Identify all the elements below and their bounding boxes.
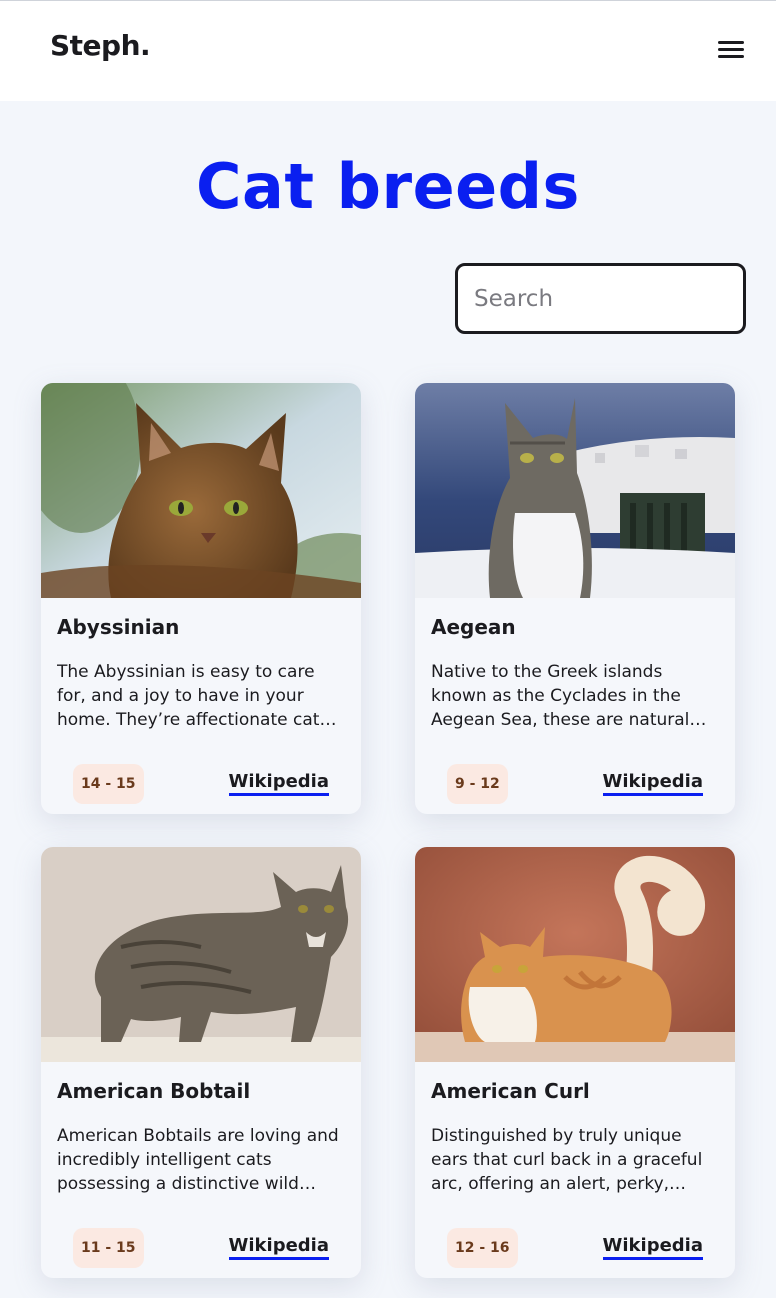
- wikipedia-link[interactable]: Wikipedia: [602, 772, 703, 796]
- breed-card-american-curl: American Curl Distinguished by truly uni…: [415, 847, 735, 1278]
- search-input[interactable]: [455, 263, 746, 334]
- breed-card-aegean: Aegean Native to the Greek islands known…: [415, 383, 735, 814]
- wikipedia-link[interactable]: Wikipedia: [228, 772, 329, 796]
- menu-bar: [718, 41, 744, 44]
- hamburger-menu-icon[interactable]: [714, 37, 748, 63]
- page-title: Cat breeds: [196, 150, 580, 223]
- wikipedia-link[interactable]: Wikipedia: [602, 1236, 703, 1260]
- breed-description: American Bobtails are loving and incredi…: [57, 1126, 339, 1194]
- breed-name: American Curl: [431, 1079, 590, 1103]
- life-span-badge: 11 - 15: [73, 1228, 144, 1268]
- breed-photo-aegean: [415, 383, 735, 598]
- site-logo[interactable]: Steph.: [50, 29, 151, 62]
- life-span-badge: 9 - 12: [447, 764, 508, 804]
- site-header: Steph.: [0, 1, 776, 101]
- breed-card-american-bobtail: American Bobtail American Bobtails are l…: [41, 847, 361, 1278]
- breed-name: Abyssinian: [57, 615, 180, 639]
- breed-card-abyssinian: Abyssinian The Abyssinian is easy to car…: [41, 383, 361, 814]
- life-span-badge: 14 - 15: [73, 764, 144, 804]
- breed-description: Distinguished by truly unique ears that …: [431, 1126, 703, 1194]
- menu-bar: [718, 55, 744, 58]
- menu-bar: [718, 48, 744, 51]
- breed-description: The Abyssinian is easy to care for, and …: [57, 662, 329, 730]
- breed-name: Aegean: [431, 615, 516, 639]
- wikipedia-link[interactable]: Wikipedia: [228, 1236, 329, 1260]
- breed-photo-abyssinian: [41, 383, 361, 598]
- breed-photo-american-bobtail: [41, 847, 361, 1062]
- life-span-badge: 12 - 16: [447, 1228, 518, 1268]
- breed-description: Native to the Greek islands known as the…: [431, 662, 690, 730]
- breed-name: American Bobtail: [57, 1079, 251, 1103]
- breed-photo-american-curl: [415, 847, 735, 1062]
